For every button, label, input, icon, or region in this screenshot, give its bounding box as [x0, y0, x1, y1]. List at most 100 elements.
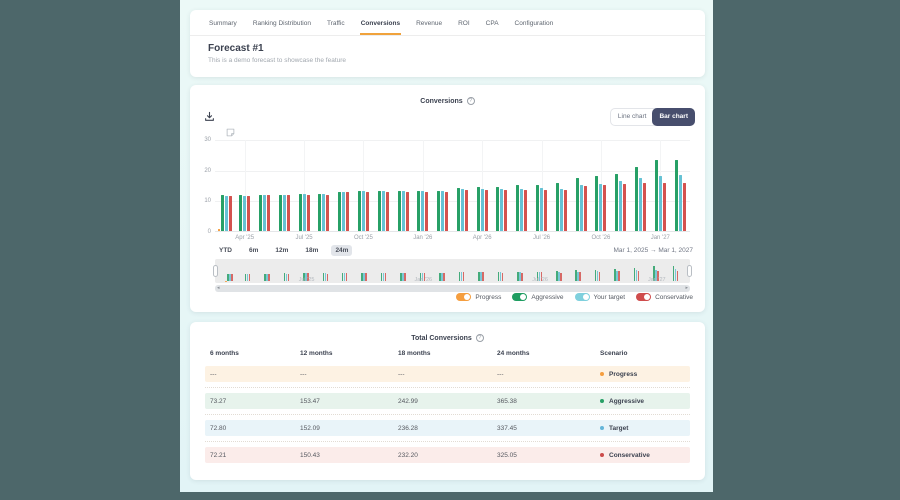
brush-tick-label: Jan '26: [408, 277, 438, 283]
toggle-your-target[interactable]: [575, 293, 590, 301]
cell-value: 325.05: [497, 452, 600, 459]
scenario-dot: [600, 426, 604, 430]
mini-bar-conservative: [385, 273, 387, 281]
tab-conversions[interactable]: Conversions: [360, 17, 401, 35]
table-row-aggressive[interactable]: 73.27153.47242.99365.38Aggressive: [205, 393, 690, 409]
conversions-chart-card: Conversions ? Line chartBar chart 010203…: [190, 85, 705, 312]
column-header-18-months: 18 months: [398, 350, 497, 362]
toggle-knob: [644, 294, 650, 300]
bar-chart-button[interactable]: Bar chart: [652, 108, 695, 126]
bar-your-target: [580, 185, 583, 231]
bar-your-target: [303, 194, 306, 231]
cell-value: 337.45: [497, 425, 600, 432]
scenario-cell: Aggressive: [600, 398, 690, 405]
cell-value: 72.21: [205, 452, 300, 459]
bar-your-target: [619, 181, 622, 231]
range-button-24m[interactable]: 24m: [331, 245, 352, 256]
line-chart-button[interactable]: Line chart: [611, 109, 654, 125]
chart-legend: ProgressAggressiveYour targetConservativ…: [456, 293, 693, 301]
x-axis-tick-label: Jan '27: [640, 235, 680, 241]
row-separator: [205, 414, 690, 415]
bar-aggressive: [595, 176, 598, 231]
toggle-progress[interactable]: [456, 293, 471, 301]
chart-brush-minimap[interactable]: Jul '25Jan '26Jul '26Jan '27: [215, 259, 690, 283]
download-icon[interactable]: [204, 109, 215, 127]
date-range[interactable]: Mar 1, 2025 → Mar 1, 2027: [614, 247, 694, 254]
tab-traffic[interactable]: Traffic: [326, 17, 346, 35]
help-icon[interactable]: ?: [476, 334, 484, 342]
bar-your-target: [225, 196, 228, 231]
x-axis-tick-label: Apr '26: [462, 235, 502, 241]
bar-conservative: [485, 190, 488, 231]
mini-bar-conservative: [599, 272, 601, 281]
brush-handle-right[interactable]: [687, 265, 692, 277]
mini-bar-conservative: [268, 274, 270, 281]
mini-bar-conservative: [249, 274, 251, 281]
mini-bar-group: [284, 273, 290, 281]
toggle-knob: [464, 294, 470, 300]
mini-bar-conservative: [288, 274, 290, 281]
range-button-6m[interactable]: 6m: [245, 245, 262, 256]
mini-bar-group: [498, 272, 504, 281]
bar-your-target: [599, 184, 602, 231]
toggle-conservative[interactable]: [636, 293, 651, 301]
tab-revenue[interactable]: Revenue: [415, 17, 443, 35]
bar-conservative: [406, 192, 409, 231]
bar-aggressive: [556, 183, 559, 231]
y-axis-tick-label: 30: [197, 137, 211, 143]
bar-group-Aug26: [551, 140, 571, 231]
toggle-aggressive[interactable]: [512, 293, 527, 301]
bar-aggressive: [299, 194, 302, 231]
bar-group-Sep26: [571, 140, 591, 231]
x-axis-tick-label: Apr '25: [225, 235, 265, 241]
table-row-progress[interactable]: ------------Progress: [205, 366, 690, 382]
mini-bar-conservative: [677, 271, 679, 281]
cell-value: 73.27: [205, 398, 300, 405]
bar-your-target: [243, 196, 246, 231]
tab-cpa[interactable]: CPA: [485, 17, 500, 35]
tab-roi[interactable]: ROI: [457, 17, 471, 35]
tab-summary[interactable]: Summary: [208, 17, 238, 35]
mini-bar-group: [517, 272, 523, 281]
bar-conservative: [564, 190, 567, 231]
mini-bar-conservative: [404, 273, 406, 281]
tab-configuration[interactable]: Configuration: [514, 17, 555, 35]
mini-bar-conservative: [231, 274, 233, 281]
table-row-target[interactable]: 72.80152.09236.28337.45Target: [205, 420, 690, 436]
total-conversions-table: 6 months12 months18 months24 monthsScena…: [205, 350, 690, 463]
page-title: Forecast #1: [208, 43, 687, 54]
x-axis-tick-label: Jan '26: [403, 235, 443, 241]
brush-handle-left[interactable]: [213, 265, 218, 277]
help-icon[interactable]: ?: [467, 97, 475, 105]
bar-conservative: [465, 190, 468, 231]
mini-bar-conservative: [327, 274, 329, 281]
mini-bar-group: [478, 272, 484, 281]
column-header-6-months: 6 months: [205, 350, 300, 362]
bar-conservative: [287, 195, 290, 231]
mini-bar-conservative: [482, 272, 484, 281]
bar-your-target: [382, 191, 385, 231]
x-axis-tick-label: Jul '26: [522, 235, 562, 241]
cell-value: 242.99: [398, 398, 497, 405]
mini-bar-group: [439, 273, 445, 281]
bar-conservative: [445, 192, 448, 231]
bar-group-Jul25: [294, 140, 314, 231]
bar-conservative: [663, 183, 666, 231]
chart-scrollbar[interactable]: ◂ ▸: [215, 285, 690, 292]
mini-bar-conservative: [521, 273, 523, 281]
cell-value: 72.80: [205, 425, 300, 432]
y-axis-tick-label: 0: [197, 229, 211, 235]
bar-conservative: [247, 196, 250, 231]
range-button-ytd[interactable]: YTD: [215, 245, 236, 256]
range-button-12m[interactable]: 12m: [271, 245, 292, 256]
range-button-18m[interactable]: 18m: [301, 245, 322, 256]
bar-group-Apr26: [472, 140, 492, 231]
bar-group-Feb27: [670, 140, 690, 231]
scroll-right-icon[interactable]: ▸: [685, 285, 688, 292]
table-row-conservative[interactable]: 72.21150.43232.20325.05Conservative: [205, 447, 690, 463]
scenario-cell: Progress: [600, 371, 690, 378]
toggle-knob: [583, 294, 589, 300]
legend-label: Conservative: [655, 294, 693, 301]
tab-ranking-distribution[interactable]: Ranking Distribution: [252, 17, 312, 35]
scroll-left-icon[interactable]: ◂: [217, 285, 220, 292]
